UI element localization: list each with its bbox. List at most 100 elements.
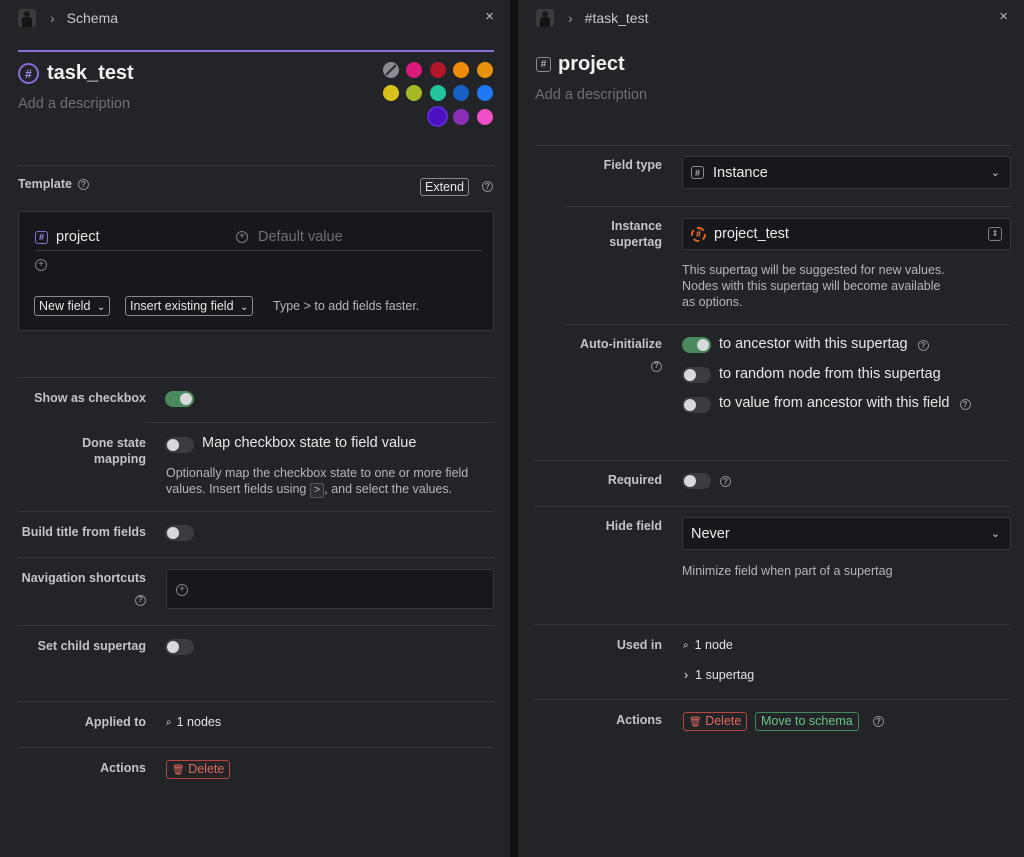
instance-supertag-select[interactable]: # project_test ⇕	[682, 218, 1011, 250]
child-supertag-toggle[interactable]	[165, 639, 194, 655]
insert-existing-field-button[interactable]: Insert existing field ⌄	[125, 296, 254, 316]
show-checkbox-label: Show as checkbox	[34, 391, 146, 405]
breadcrumb-schema[interactable]: Schema	[67, 10, 118, 26]
chevron-down-icon: ⌄	[240, 302, 249, 313]
template-box: # project + Default value + New field ⌄ …	[18, 211, 494, 331]
supertag-hash-icon: #	[18, 63, 39, 84]
help-icon[interactable]: ?	[135, 594, 146, 606]
divider	[18, 557, 494, 558]
used-in-nodes-link[interactable]: ⌕ 1 node	[683, 638, 733, 652]
color-swatch[interactable]	[453, 109, 469, 125]
show-checkbox-toggle[interactable]	[165, 391, 194, 407]
chevron-down-icon: ⌄	[990, 528, 1000, 540]
auto-init-random-label: to random node from this supertag	[719, 366, 941, 382]
avatar[interactable]	[18, 9, 36, 27]
auto-init-ancestor-label: to ancestor with this supertag ?	[719, 336, 929, 352]
close-icon[interactable]: ×	[485, 8, 494, 25]
auto-initialize-label: Auto-initialize ?	[535, 336, 662, 372]
help-icon[interactable]: ?	[959, 399, 971, 410]
schema-panel: › Schema × # task_test Add a description…	[0, 0, 510, 857]
key-hint: >	[309, 483, 325, 498]
hide-field-select[interactable]: Never ⌄	[682, 517, 1011, 550]
help-icon[interactable]: ?	[917, 340, 929, 351]
close-icon[interactable]: ×	[999, 8, 1008, 25]
map-help-line: values. Insert fields using >, and selec…	[166, 481, 468, 498]
plus-icon[interactable]: +	[176, 584, 188, 596]
move-to-schema-button[interactable]: Move to schema	[755, 712, 859, 731]
description-field[interactable]: Add a description	[18, 96, 130, 112]
instance-label-line: Instance	[611, 219, 662, 233]
template-heading: Template ?	[18, 177, 89, 191]
auto-init-random-toggle[interactable]	[682, 367, 711, 383]
color-swatch[interactable]	[453, 85, 469, 101]
add-field-icon[interactable]: +	[35, 259, 47, 271]
field-panel: › #task_test × # project Add a descripti…	[518, 0, 1024, 857]
default-value-field[interactable]: + Default value	[236, 229, 343, 245]
color-swatch[interactable]	[383, 85, 399, 101]
color-swatch[interactable]	[430, 85, 446, 101]
divider	[18, 701, 494, 702]
build-title-toggle[interactable]	[165, 525, 194, 541]
help-line: as options.	[682, 295, 743, 309]
used-in-label: Used in	[616, 638, 662, 652]
color-swatch[interactable]	[453, 62, 469, 78]
delete-button[interactable]: 🗑 Delete	[683, 712, 748, 731]
page-title[interactable]: project	[558, 53, 625, 76]
color-swatch[interactable]	[477, 62, 493, 78]
instance-supertag-label: Instance supertag	[535, 218, 662, 250]
divider	[35, 250, 482, 251]
nav-shortcuts-label: Navigation shortcuts ?	[18, 570, 146, 606]
used-in-supertags-toggle[interactable]: › 1 supertag	[684, 668, 754, 682]
auto-init-option: to value from ancestor with this field	[719, 395, 950, 411]
field-type-select[interactable]: # Instance ⌄	[682, 156, 1011, 189]
auto-init-ancestor-toggle[interactable]	[682, 337, 711, 353]
avatar[interactable]	[536, 9, 554, 27]
done-state-label-line: Done state	[82, 436, 146, 450]
help-icon[interactable]: ?	[482, 181, 493, 192]
divider	[564, 206, 1010, 207]
help-icon[interactable]: ?	[651, 360, 662, 372]
divider	[18, 165, 494, 166]
hide-field-label: Hide field	[605, 519, 662, 533]
color-swatch[interactable]	[430, 62, 446, 78]
map-help-text: Optionally map the checkbox state to one…	[166, 465, 468, 498]
color-swatch[interactable]	[406, 85, 422, 101]
breadcrumb: › Schema ×	[18, 8, 498, 28]
map-help-part: , and select the values.	[324, 482, 453, 496]
color-swatch-selected[interactable]	[427, 106, 448, 127]
instance-label-line: supertag	[609, 235, 662, 249]
required-toggle[interactable]	[682, 473, 711, 489]
color-swatch[interactable]	[477, 85, 493, 101]
field-name[interactable]: project	[56, 229, 100, 245]
divider	[535, 460, 1010, 461]
delete-button[interactable]: 🗑 Delete	[166, 760, 231, 779]
hide-field-help: Minimize field when part of a supertag	[682, 564, 893, 578]
help-icon[interactable]: ?	[77, 178, 89, 190]
done-state-toggle[interactable]	[165, 437, 194, 453]
instance-value: project_test	[714, 226, 789, 242]
help-icon[interactable]: ?	[873, 716, 884, 727]
chevron-right-icon: ›	[568, 10, 573, 26]
help-icon[interactable]: ?	[720, 476, 731, 487]
applied-to-value: 1 nodes	[176, 715, 222, 729]
supertag-hash-icon: #	[691, 226, 706, 242]
template-field-row[interactable]: # project	[35, 229, 100, 245]
divider	[18, 511, 494, 512]
applied-to-link[interactable]: ⌕ 1 nodes	[166, 715, 221, 729]
search-icon: ⌕	[683, 639, 689, 651]
color-swatch[interactable]	[406, 62, 422, 78]
color-swatch-none[interactable]	[383, 62, 399, 78]
extend-button[interactable]: Extend	[420, 178, 469, 196]
page-title[interactable]: task_test	[47, 62, 134, 85]
breadcrumb-supertag[interactable]: #task_test	[585, 10, 649, 26]
description-field[interactable]: Add a description	[535, 87, 647, 103]
nav-shortcuts-text: Navigation shortcuts	[21, 571, 146, 585]
stepper-icon[interactable]: ⇕	[988, 227, 1002, 241]
nav-shortcuts-input[interactable]: +	[166, 569, 494, 609]
color-swatch[interactable]	[477, 109, 493, 125]
hide-field-value: Never	[691, 525, 730, 542]
help-line: This supertag will be suggested for new …	[682, 263, 945, 277]
chevron-right-icon: ›	[50, 10, 55, 26]
auto-init-value-toggle[interactable]	[682, 397, 711, 413]
new-field-button[interactable]: New field ⌄	[34, 296, 111, 316]
